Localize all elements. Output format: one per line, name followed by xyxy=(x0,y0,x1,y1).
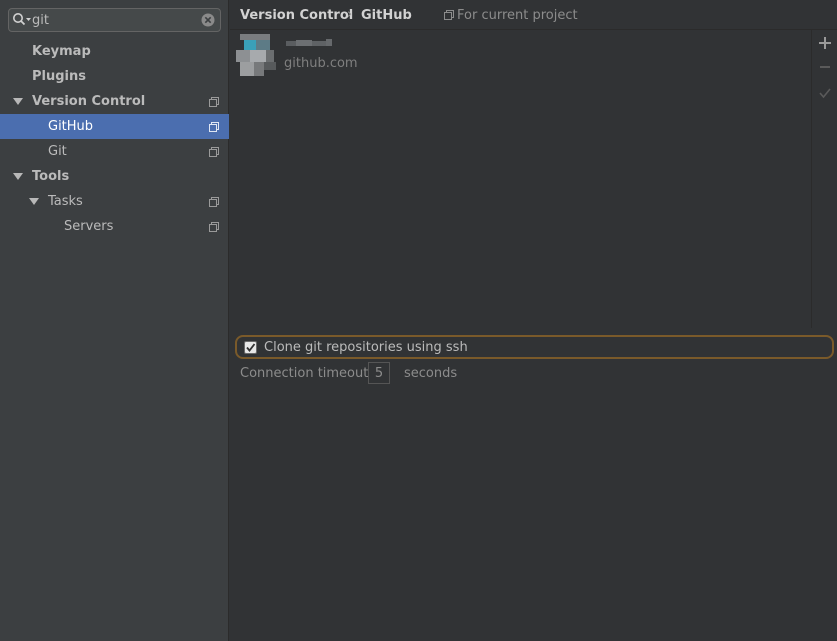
tree-item-keymap[interactable]: Keymap xyxy=(0,39,229,64)
project-scope-icon xyxy=(444,10,454,20)
settings-search-input[interactable] xyxy=(32,11,197,29)
settings-search-box[interactable] xyxy=(8,8,221,32)
project-scope-icon xyxy=(209,147,219,157)
expand-arrow-icon[interactable] xyxy=(29,197,39,207)
tree-item-github[interactable]: GitHub xyxy=(0,114,229,139)
tree-item-git[interactable]: Git xyxy=(0,139,229,164)
github-accounts-list[interactable]: github.com xyxy=(230,30,812,328)
expand-arrow-icon[interactable] xyxy=(13,97,23,107)
project-scope-icon xyxy=(209,197,219,207)
settings-sidebar: Keymap Plugins Version Control GitHub Gi… xyxy=(0,0,229,641)
connection-timeout-input[interactable] xyxy=(368,362,390,384)
clone-ssh-option[interactable]: Clone git repositories using ssh xyxy=(235,335,834,359)
breadcrumb: Version Control › GitHub For current pro… xyxy=(230,0,837,30)
tree-item-label: Plugins xyxy=(32,69,86,84)
tree-item-label: Keymap xyxy=(32,44,91,59)
tree-item-version-control[interactable]: Version Control xyxy=(0,89,229,114)
accounts-toolbar xyxy=(812,30,837,130)
account-name-redacted xyxy=(286,39,332,46)
connection-timeout-unit: seconds xyxy=(404,366,458,381)
account-avatar xyxy=(236,34,278,76)
tree-item-label: Version Control xyxy=(32,94,146,109)
project-scope-icon xyxy=(209,122,219,132)
tree-item-plugins[interactable]: Plugins xyxy=(0,64,229,89)
tree-item-tools[interactable]: Tools xyxy=(0,164,229,189)
settings-tree: Keymap Plugins Version Control GitHub Gi… xyxy=(0,39,229,239)
project-scope-icon xyxy=(209,222,219,232)
clone-ssh-label: Clone git repositories using ssh xyxy=(264,340,468,355)
breadcrumb-separator: › xyxy=(347,7,353,22)
checkmark-icon xyxy=(246,343,256,352)
account-server: github.com xyxy=(284,56,358,71)
search-icon[interactable] xyxy=(12,12,32,28)
set-default-check-icon[interactable] xyxy=(818,86,832,100)
breadcrumb-parent: Version Control xyxy=(240,8,354,23)
tree-item-label: GitHub xyxy=(48,119,94,134)
tree-item-label: Tools xyxy=(32,169,70,184)
settings-content: Version Control › GitHub For current pro… xyxy=(230,0,837,641)
connection-timeout-label: Connection timeout: xyxy=(240,366,373,381)
breadcrumb-current: GitHub xyxy=(361,8,412,23)
expand-arrow-icon[interactable] xyxy=(13,172,23,182)
clone-ssh-checkbox[interactable] xyxy=(244,341,257,354)
clear-search-icon[interactable] xyxy=(201,13,215,27)
remove-account-icon[interactable] xyxy=(818,60,832,74)
tree-item-label: Tasks xyxy=(48,194,83,209)
account-row[interactable]: github.com xyxy=(236,34,536,76)
tree-item-servers[interactable]: Servers xyxy=(0,214,229,239)
scope-text: For current project xyxy=(457,8,578,23)
project-scope-icon xyxy=(209,97,219,107)
tree-item-tasks[interactable]: Tasks xyxy=(0,189,229,214)
tree-item-label: Servers xyxy=(64,219,114,234)
project-scope-label: For current project xyxy=(444,8,578,23)
add-account-icon[interactable] xyxy=(818,36,832,50)
tree-item-label: Git xyxy=(48,144,67,159)
